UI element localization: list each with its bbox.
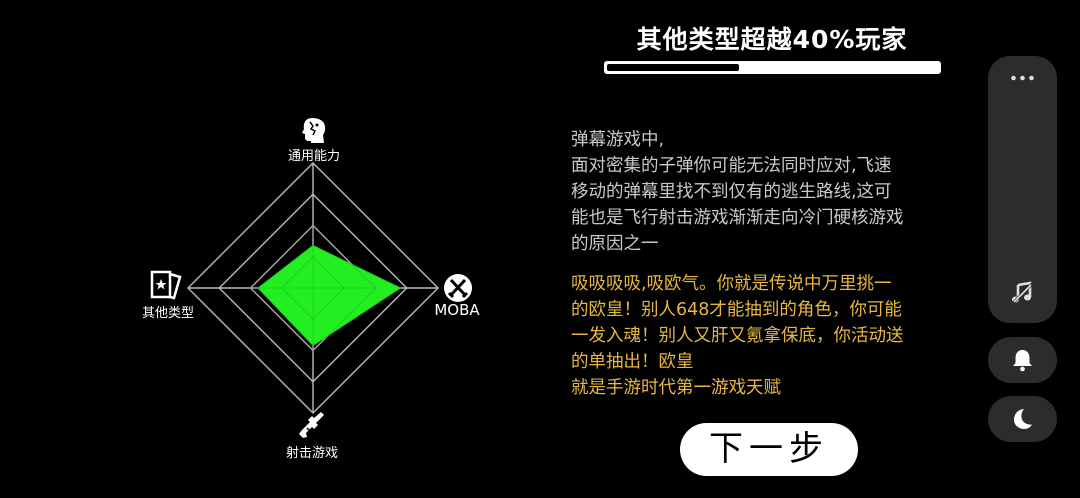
page-title: 其他类型超越40%玩家 bbox=[636, 25, 908, 54]
axis-label-general-ability: 通用能力 bbox=[287, 149, 340, 164]
screen: 通用能力 MOBA 射击游戏 其他类型 其他类型超越40%玩家 弹幕游戏中, 面… bbox=[0, 0, 1080, 498]
progress-bar bbox=[604, 61, 941, 74]
description-line: 移动的弹幕里找不到仅有的逃生路线,这可 bbox=[571, 182, 892, 202]
radar-chart bbox=[187, 162, 439, 414]
description-line: 能也是飞行射击游戏渐渐走向冷门硬核游戏 bbox=[571, 208, 904, 228]
crossed-swords-icon bbox=[444, 274, 472, 302]
axis-label-moba: MOBA bbox=[434, 301, 480, 319]
highlight-line: 一发入魂！别人又肝又氪拿保底，你活动送 bbox=[571, 326, 904, 346]
description-text: 弹幕游戏中, 面对密集的子弹你可能无法同时应对,飞速 移动的弹幕里找不到仅有的逃… bbox=[571, 127, 951, 257]
night-mode-button[interactable] bbox=[988, 396, 1057, 442]
axis-label-other-types: 其他类型 bbox=[141, 306, 194, 321]
highlight-text: 吸吸吸吸,吸欧气。你就是传说中万里挑一 的欧皇！别人648才能抽到的角色，你可能… bbox=[571, 271, 951, 401]
description-line: 的原因之一 bbox=[571, 234, 659, 254]
description-line: 弹幕游戏中, bbox=[571, 130, 665, 150]
description-line: 面对密集的子弹你可能无法同时应对,飞速 bbox=[571, 156, 892, 176]
gun-icon bbox=[299, 412, 324, 438]
highlight-line: 就是手游时代第一游戏天赋 bbox=[571, 378, 781, 398]
card-icon bbox=[150, 270, 182, 300]
highlight-line: 的欧皇！别人648才能抽到的角色，你可能 bbox=[571, 300, 902, 320]
floating-tool-panel bbox=[988, 56, 1057, 323]
music-off-icon[interactable] bbox=[1010, 281, 1034, 305]
head-profile-icon bbox=[302, 118, 326, 143]
highlight-line: 吸吸吸吸,吸欧气。你就是传说中万里挑一 bbox=[571, 274, 892, 294]
bell-button[interactable] bbox=[988, 337, 1057, 383]
axis-label-shooter: 射击游戏 bbox=[285, 446, 338, 461]
progress-bar-fill bbox=[607, 64, 739, 71]
highlight-line: 的单抽出！欧皇 bbox=[571, 352, 694, 372]
next-step-button[interactable]: 下一步 bbox=[680, 423, 858, 476]
more-dots-icon[interactable] bbox=[1010, 74, 1035, 82]
moon-icon bbox=[1014, 409, 1032, 429]
bell-icon bbox=[1013, 350, 1032, 372]
